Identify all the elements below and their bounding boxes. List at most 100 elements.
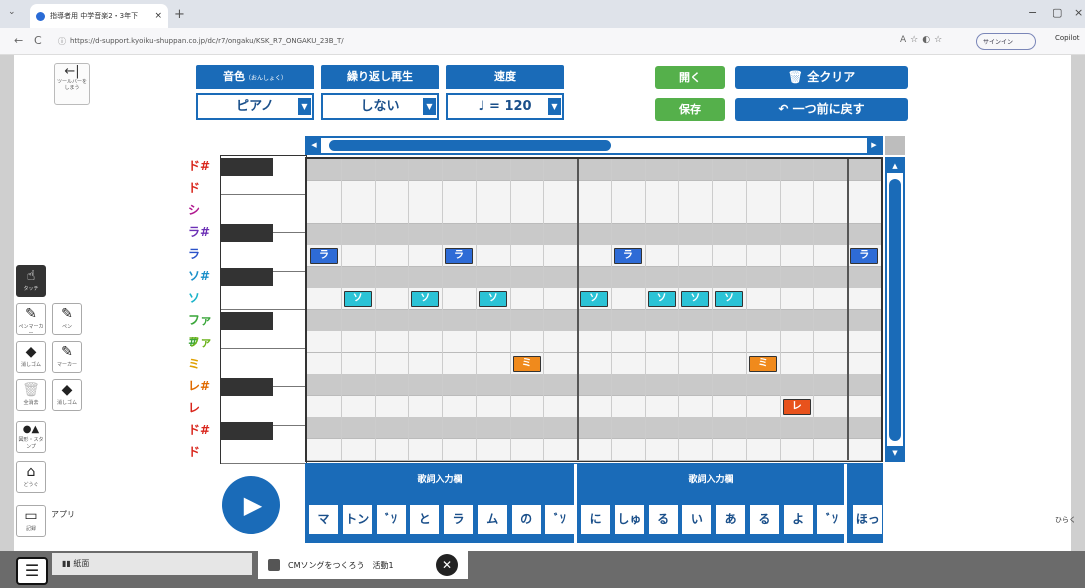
- grid-row[interactable]: [307, 417, 881, 439]
- lyric-cell[interactable]: る: [648, 505, 678, 534]
- tool-tools[interactable]: ⌂ どうぐ: [16, 461, 46, 493]
- piano-black-key[interactable]: [221, 224, 273, 242]
- lyric-cell[interactable]: マ: [309, 505, 338, 534]
- tab-menu-icon[interactable]: ⌄: [8, 7, 16, 17]
- grid-row[interactable]: [307, 202, 881, 224]
- tempo-select[interactable]: ♩ = 120 ▼: [446, 93, 564, 120]
- note-block[interactable]: ソ: [343, 291, 372, 307]
- lyric-cell[interactable]: よ: [783, 505, 813, 534]
- tab-cm-song-label: CMソングをつくろう 活動1: [288, 560, 394, 570]
- lyric-cell[interactable]: る: [749, 505, 779, 534]
- lyric-cell[interactable]: い: [682, 505, 712, 534]
- scroll-left-icon[interactable]: ◀: [307, 138, 321, 153]
- scroll-right-icon[interactable]: ▶: [867, 138, 881, 153]
- lyric-cell[interactable]: ム: [477, 505, 507, 534]
- tab-close-icon[interactable]: ×: [154, 11, 162, 21]
- vertical-scrollbar[interactable]: ▲ ▼: [885, 157, 905, 462]
- window-close-button[interactable]: ×: [1074, 6, 1083, 19]
- note-block[interactable]: ラ: [310, 248, 338, 264]
- open-side-button[interactable]: ひらく: [1055, 515, 1076, 525]
- vertical-scroll-thumb[interactable]: [889, 179, 901, 441]
- grid-row[interactable]: [307, 438, 881, 461]
- note-block[interactable]: ソ: [647, 291, 676, 307]
- piano-black-key[interactable]: [221, 158, 273, 176]
- grid-row[interactable]: [307, 266, 881, 289]
- note-block[interactable]: ラ: [613, 248, 642, 264]
- tab-cm-song[interactable]: CMソングをつくろう 活動1 ✕: [258, 551, 468, 579]
- note-block[interactable]: ラ: [445, 248, 474, 264]
- tool-eraser[interactable]: ◆ 消しゴム: [16, 341, 46, 373]
- lyric-cell[interactable]: しゅ: [614, 505, 644, 534]
- note-block[interactable]: ソ: [478, 291, 507, 307]
- reload-button[interactable]: C: [34, 34, 42, 47]
- lyric-cell[interactable]: と: [410, 505, 440, 534]
- address-actions-icon[interactable]: A☆◐☆: [900, 35, 946, 45]
- grid-row[interactable]: [307, 159, 881, 181]
- close-icon[interactable]: ✕: [436, 554, 458, 576]
- open-button[interactable]: 開く: [655, 66, 725, 89]
- play-button[interactable]: ▶: [222, 476, 280, 534]
- menu-icon[interactable]: ☰: [16, 557, 48, 585]
- grid-row[interactable]: [307, 223, 881, 246]
- grid-row[interactable]: [307, 180, 881, 203]
- lyric-cell[interactable]: ﾞｿ: [376, 505, 406, 534]
- piano-black-key[interactable]: [221, 312, 273, 330]
- note-block[interactable]: ソ: [715, 291, 744, 307]
- timbre-label: 音色（おんしょく）: [196, 65, 314, 89]
- maximize-button[interactable]: ▢: [1052, 6, 1062, 19]
- scroll-down-icon[interactable]: ▼: [887, 446, 903, 460]
- clear-all-button[interactable]: 🗑 全クリア: [735, 66, 908, 89]
- tab-textbook[interactable]: ▮▮ 紙面: [52, 553, 252, 575]
- tool-clear-all[interactable]: 🗑 全消去: [16, 379, 46, 411]
- tool-shapes[interactable]: ●▲ 図形・スタンプ: [16, 421, 46, 453]
- note-block[interactable]: ミ: [748, 355, 777, 372]
- lyric-cell[interactable]: の: [511, 505, 541, 534]
- browser-tab[interactable]: 指導者用 中学音楽2・3年下 ×: [30, 4, 168, 28]
- save-button[interactable]: 保存: [655, 98, 725, 121]
- grid-row[interactable]: [307, 245, 881, 267]
- new-tab-button[interactable]: +: [174, 7, 185, 22]
- note-block[interactable]: ソ: [580, 291, 609, 307]
- grid-row[interactable]: [307, 331, 881, 353]
- tool-pen-marker[interactable]: ✎ ペンマーカー: [16, 303, 46, 337]
- lyric-cell[interactable]: ラ: [444, 505, 474, 534]
- note-block[interactable]: ラ: [850, 248, 879, 264]
- toolbar-hide-button[interactable]: ←| ツールバーをしまう: [54, 63, 90, 105]
- grid-row[interactable]: [307, 374, 881, 396]
- note-block[interactable]: ソ: [681, 291, 710, 307]
- note-block[interactable]: レ: [782, 398, 811, 415]
- note-block[interactable]: ソ: [411, 291, 440, 307]
- tool-touch[interactable]: ☝ タッチ: [16, 265, 46, 297]
- scroll-up-icon[interactable]: ▲: [887, 159, 903, 173]
- piano-black-key[interactable]: [221, 268, 273, 286]
- url-field[interactable]: https://d-support.kyoiku-shuppan.co.jp/d…: [56, 33, 656, 50]
- undo-button[interactable]: ↶ 一つ前に戻す: [735, 98, 908, 121]
- lyric-cell[interactable]: ほっ: [853, 505, 883, 534]
- signin-button[interactable]: サインイン: [976, 33, 1036, 50]
- tool-pen[interactable]: ✎ ペン: [52, 303, 82, 335]
- grid-row[interactable]: [307, 352, 881, 375]
- app-button[interactable]: アプリ: [51, 509, 75, 520]
- back-button[interactable]: ←: [14, 34, 23, 47]
- tool-record[interactable]: ▭ 記録: [16, 505, 46, 537]
- repeat-select[interactable]: しない ▼: [321, 93, 439, 120]
- note-block[interactable]: ミ: [512, 355, 541, 372]
- lyric-cell[interactable]: ﾞｿ: [817, 505, 847, 534]
- lyric-cell[interactable]: に: [581, 505, 611, 534]
- piano-keyboard[interactable]: [220, 155, 307, 464]
- lyric-cell[interactable]: ﾞｿ: [545, 505, 575, 534]
- timbre-select[interactable]: ピアノ ▼: [196, 93, 314, 120]
- minimize-button[interactable]: −: [1028, 6, 1037, 19]
- piano-black-key[interactable]: [221, 422, 273, 440]
- grid-column-line: [644, 159, 646, 460]
- horizontal-scroll-thumb[interactable]: [329, 140, 611, 151]
- horizontal-scrollbar[interactable]: ◀ ▶: [305, 136, 883, 155]
- lyric-cell[interactable]: トン: [342, 505, 372, 534]
- grid-row[interactable]: [307, 309, 881, 332]
- lyric-cell[interactable]: あ: [716, 505, 746, 534]
- note-grid[interactable]: ラソソラソミソラソソソミレラ: [305, 157, 883, 462]
- tool-marker[interactable]: ✎ マーカー: [52, 341, 82, 373]
- tool-eraser-2[interactable]: ◆ 消しゴム: [52, 379, 82, 411]
- copilot-button[interactable]: Copilot: [1055, 34, 1080, 42]
- piano-black-key[interactable]: [221, 378, 273, 396]
